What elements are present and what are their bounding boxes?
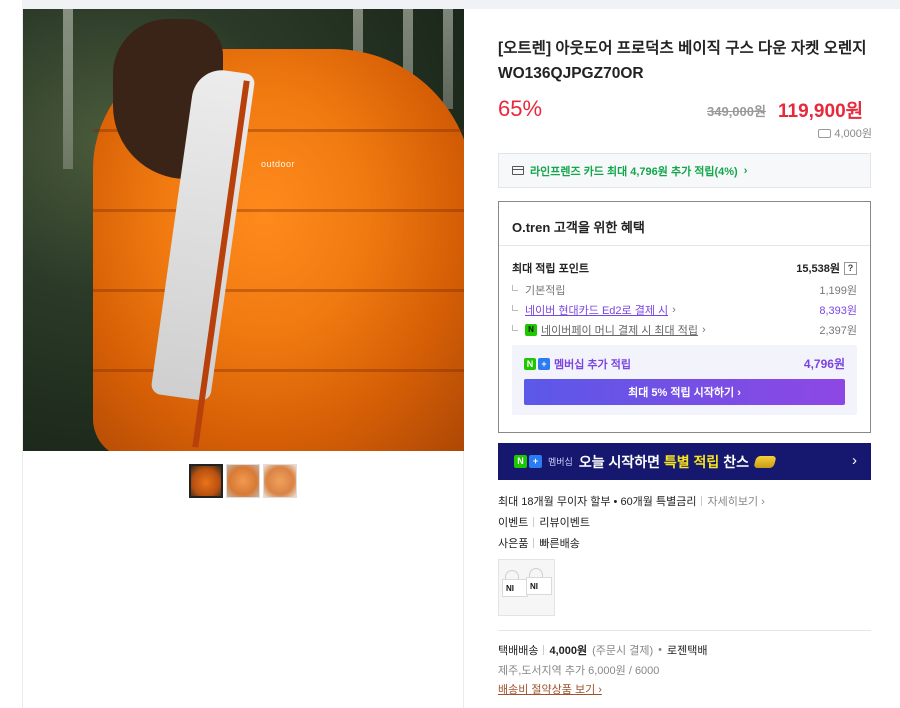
naverpay-money-value: 2,397원 [819,325,857,337]
event-row: 이벤트 리뷰이벤트 [498,514,590,530]
benefit-panel: O.tren 고객을 위한 혜택 최대 적립 포인트 15,538원 ? 기본적… [498,201,871,433]
shipping-method: 택배배송 [498,645,539,657]
product-main-image[interactable]: outdoor [23,9,464,451]
banner-membership-label: 멤버십 [548,457,573,467]
membership-start-button[interactable]: 최대 5% 적립 시작하기 › [524,379,845,405]
event-label: 이벤트 [498,517,529,529]
thumbnail-3[interactable] [263,464,297,498]
shipping-fee-value: 4,000원 [834,128,872,140]
benefit-title: O.tren 고객을 위한 혜택 [512,220,645,235]
top-bar [22,0,900,9]
basic-points-label: 기본적립 [525,285,566,297]
gift-label: 사은품 [498,538,529,550]
shipping-fee-note: (주문시 결제) [592,645,654,657]
shipping-save-row: 배송비 절약상품 보기 › [498,681,602,697]
jacket-logo: outdoor [261,159,296,169]
installment-text: 최대 18개월 무이자 할부 • 60개월 특별금리 [498,496,697,508]
card-promo-text: 라인프렌즈 카드 최대 4,796원 추가 적립(4%) [530,165,738,178]
sale-price: 119,900원 [778,101,864,122]
basic-points-value: 1,199원 [819,285,857,297]
naver-plus-icon: N + [524,357,550,370]
shipping-fee: 4,000원 [818,125,872,141]
shipping-carrier: 로젠택배 [666,645,708,657]
naver-plus-icon: N + [514,455,542,468]
max-points-value: 15,538원 [796,263,840,275]
installment-detail-link[interactable]: 자세히보기 › [707,493,764,509]
help-icon[interactable]: ? [844,261,857,275]
naverpay-money-link[interactable]: 네이버페이 머니 결제 시 최대 적립 [541,322,698,338]
membership-box: N + 멤버십 추가 적립 4,796원 최대 5% 적립 시작하기 › [512,345,857,415]
membership-row: N + 멤버십 추가 적립 4,796원 [524,355,845,372]
basic-points-row: 기본적립 1,199원 [512,282,857,298]
gift-row: 사은품 빠른배송 [498,535,580,551]
gift-image[interactable]: NI NI [498,559,555,616]
event-value[interactable]: 리뷰이벤트 [539,514,590,530]
chevron-right-icon: › [852,452,857,469]
product-gallery: outdoor [22,9,464,708]
thumbnail-1[interactable] [189,464,223,498]
shipping-row: 택배배송 4,000원 (주문시 결제) • 로젠택배 [498,644,708,657]
card-promo[interactable]: 라인프렌즈 카드 최대 4,796원 추가 적립(4%) › [498,153,871,188]
max-points-row: 최대 적립 포인트 15,538원 ? [512,260,857,276]
shipping-extra-row: 제주,도서지역 추가 6,000원 / 6000 [498,662,659,678]
shipping-save-link[interactable]: 배송비 절약상품 보기 › [498,681,602,697]
original-price: 349,000원 [707,104,766,119]
installment-row: 최대 18개월 무이자 할부 • 60개월 특별금리 자세히보기 › [498,493,765,509]
chevron-right-icon: › [743,164,748,177]
hyundai-card-value: 8,393원 [819,305,857,317]
membership-banner[interactable]: N + 멤버십 오늘 시작하면 특별 적립 찬스 › [498,443,871,480]
hyundai-card-row[interactable]: 네이버 현대카드 Ed2로 결제 시 › 8,393원 [512,302,857,318]
card-icon [512,166,524,175]
divider [499,245,870,246]
thumbnail-strip [189,464,297,498]
naverpay-money-row[interactable]: N 네이버페이 머니 결제 시 최대 적립 › 2,397원 [512,322,857,338]
coin-icon [753,455,777,468]
shipping-fee-amount: 4,000원 [549,645,588,657]
naver-pay-icon: N [525,324,537,336]
banner-text: 오늘 시작하면 특별 적립 찬스 [578,453,749,470]
membership-value: 4,796원 [803,357,845,371]
max-points-label: 최대 적립 포인트 [512,263,589,275]
hyundai-card-link[interactable]: 네이버 현대카드 Ed2로 결제 시 [525,302,668,318]
product-title: [오트렌] 아웃도어 프로덕츠 베이직 구스 다운 자켓 오렌지 WO136QJ… [498,40,867,82]
chevron-right-icon: › [701,324,706,336]
gift-value: 빠른배송 [539,538,580,550]
thumbnail-2[interactable] [226,464,260,498]
shipping-extra: 제주,도서지역 추가 6,000원 / 6000 [498,665,660,677]
chevron-right-icon: › [672,304,676,316]
divider [498,630,871,631]
discount-rate: 65% [498,96,543,121]
truck-icon [818,128,832,138]
membership-label: 멤버십 추가 적립 [554,358,631,371]
